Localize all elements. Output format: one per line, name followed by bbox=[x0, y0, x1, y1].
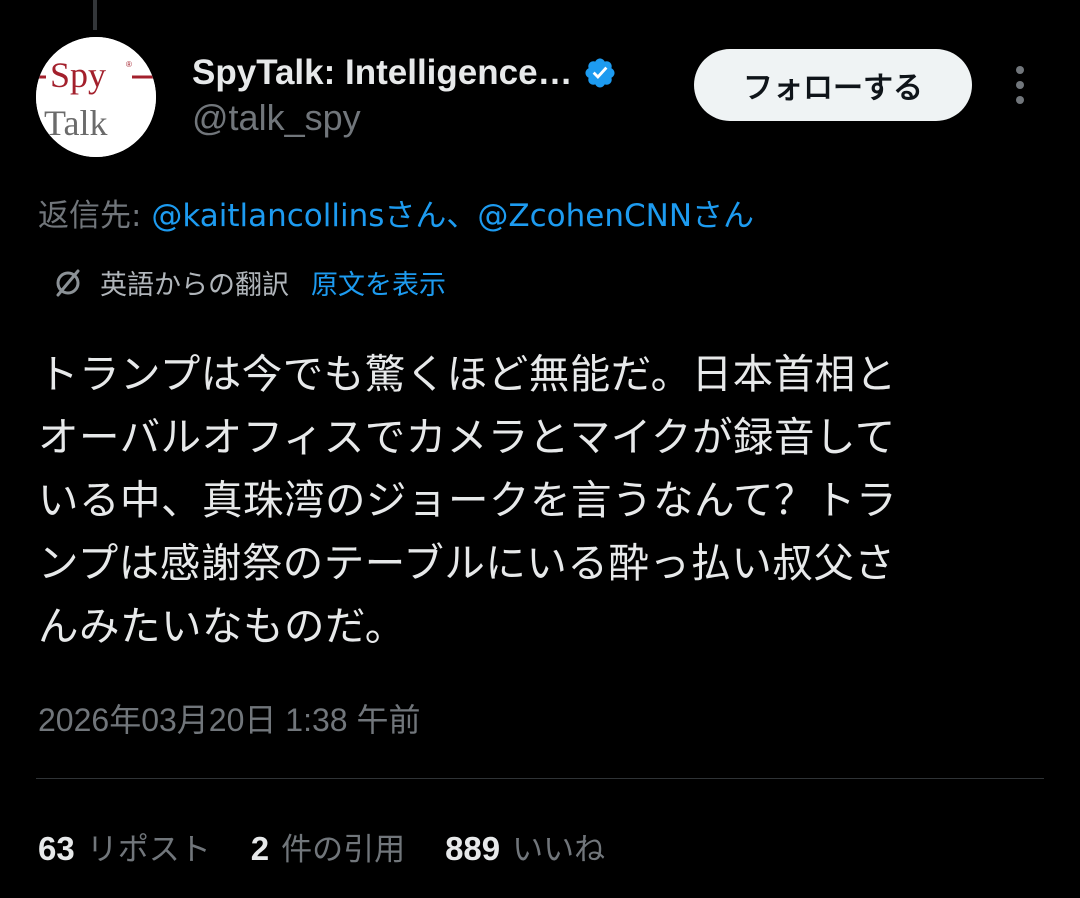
avatar-text-top: Spy bbox=[50, 55, 106, 95]
author-handle[interactable]: @talk_spy bbox=[192, 97, 361, 139]
tweet-text-line: オーバルオフィスでカメラとマイクが録音して bbox=[38, 413, 896, 461]
likes-count: 889 bbox=[445, 829, 501, 867]
avatar-text-bottom: Talk bbox=[44, 103, 107, 143]
more-vertical-icon[interactable] bbox=[1008, 64, 1032, 106]
translation-row: 英語からの翻訳 原文を表示 bbox=[50, 262, 446, 302]
thread-connector-line bbox=[93, 0, 97, 30]
reply-to-line: 返信先: @kaitlancollinsさん、@ZcohenCNNさん bbox=[38, 190, 754, 235]
tweet-text: トランプは今でも驚くほど無能だ。日本首相と オーバルオフィスでカメラとマイクが録… bbox=[38, 343, 1042, 658]
reply-to-prefix: 返信先: bbox=[38, 198, 152, 234]
likes-label: いいね bbox=[512, 831, 606, 868]
avatar[interactable]: Spy ® Talk bbox=[36, 37, 156, 157]
mention-zcohencnn[interactable]: @ZcohenCNNさん bbox=[477, 198, 754, 234]
reposts-count: 63 bbox=[38, 829, 75, 867]
tweet-text-line: いる中、真珠湾のジョークを言うなんて？トラ bbox=[38, 476, 897, 524]
follow-button[interactable]: フォローする bbox=[694, 49, 972, 121]
likes-stat[interactable]: 889 いいね bbox=[445, 824, 605, 869]
mention-separator: 、 bbox=[446, 198, 478, 234]
author-display-name[interactable]: SpyTalk: Intelligence… bbox=[192, 53, 573, 93]
tweet-timestamp[interactable]: 2026年03月20日 1:38 午前 bbox=[38, 695, 420, 741]
reposts-label: リポスト bbox=[86, 831, 211, 868]
spytalk-logo: Spy ® Talk bbox=[36, 37, 156, 157]
tweet-text-line: んみたいなものだ。 bbox=[38, 602, 406, 650]
translation-label: 英語からの翻訳 bbox=[100, 269, 289, 301]
quotes-label: 件の引用 bbox=[281, 831, 406, 868]
translate-icon bbox=[50, 264, 86, 300]
author-name-row: SpyTalk: Intelligence… bbox=[192, 50, 617, 96]
reposts-stat[interactable]: 63 リポスト bbox=[38, 824, 211, 869]
engagement-stats: 63 リポスト 2 件の引用 889 いいね bbox=[38, 822, 645, 870]
quotes-count: 2 bbox=[250, 829, 270, 867]
quotes-stat[interactable]: 2 件の引用 bbox=[251, 824, 405, 869]
mention-kaitlancollins[interactable]: @kaitlancollinsさん bbox=[151, 198, 446, 234]
show-original-link[interactable]: 原文を表示 bbox=[311, 263, 446, 302]
tweet-text-line: ンプは感謝祭のテーブルにいる酔っ払い叔父さ bbox=[38, 539, 896, 587]
verified-badge-icon bbox=[583, 56, 617, 90]
divider bbox=[36, 778, 1044, 779]
svg-text:®: ® bbox=[126, 60, 132, 69]
tweet-text-line: トランプは今でも驚くほど無能だ。日本首相と bbox=[38, 350, 897, 398]
